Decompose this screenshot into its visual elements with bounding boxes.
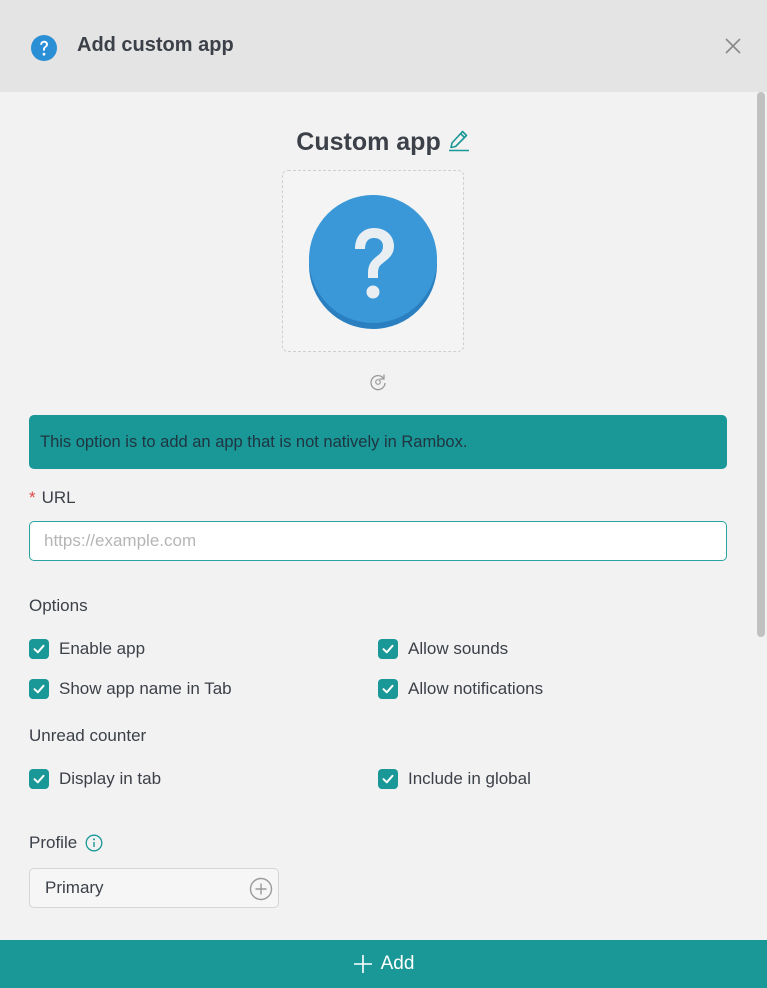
checkbox-checked-icon [29, 639, 49, 659]
info-banner: This option is to add an app that is not… [29, 415, 727, 469]
add-button-label: Add [380, 953, 415, 974]
profile-label-row: Profile [29, 833, 103, 853]
checkbox-checked-icon [378, 769, 398, 789]
url-label: * URL [29, 488, 76, 508]
profile-selected-value: Primary [45, 878, 104, 897]
url-label-text: URL [41, 488, 76, 507]
checkbox-label: Allow notifications [408, 679, 544, 698]
include-in-global-checkbox[interactable]: Include in global [378, 769, 531, 789]
options-heading: Options [29, 596, 88, 615]
scrollbar-thumb[interactable] [757, 92, 765, 637]
question-circle-icon [31, 35, 57, 61]
checkbox-checked-icon [29, 769, 49, 789]
close-button[interactable] [720, 33, 746, 59]
dialog-title: Add custom app [77, 34, 234, 56]
checkbox-checked-icon [29, 679, 49, 699]
checkbox-label: Include in global [408, 769, 531, 788]
dialog-body[interactable]: Custom app This option is to add an app … [0, 92, 767, 940]
unread-counter-heading: Unread counter [29, 726, 147, 745]
enable-app-checkbox[interactable]: Enable app [29, 639, 145, 659]
close-icon [725, 38, 741, 54]
checkbox-label: Show app name in Tab [59, 679, 232, 698]
reset-icon[interactable] [367, 371, 389, 393]
checkbox-checked-icon [378, 639, 398, 659]
profile-select[interactable]: Primary [29, 868, 279, 908]
allow-sounds-checkbox[interactable]: Allow sounds [378, 639, 508, 659]
checkbox-label: Display in tab [59, 769, 162, 788]
dialog-header: Add custom app [0, 0, 767, 92]
plus-icon [353, 955, 372, 973]
plus-circle-icon[interactable] [249, 877, 273, 901]
add-button[interactable]: Add [0, 940, 767, 988]
url-input[interactable] [29, 521, 727, 561]
pencil-icon[interactable] [447, 128, 471, 152]
profile-label: Profile [29, 833, 78, 852]
checkbox-checked-icon [378, 679, 398, 699]
app-logo-upload[interactable] [282, 170, 464, 352]
checkbox-label: Enable app [59, 639, 146, 658]
info-banner-text: This option is to add an app that is not… [40, 432, 468, 451]
display-in-tab-checkbox[interactable]: Display in tab [29, 769, 161, 789]
allow-notifications-checkbox[interactable]: Allow notifications [378, 679, 543, 699]
app-name: Custom app [296, 127, 441, 156]
info-icon[interactable] [85, 834, 103, 852]
required-mark: * [29, 488, 36, 507]
show-app-name-checkbox[interactable]: Show app name in Tab [29, 679, 232, 699]
app-name-row: Custom app [0, 126, 767, 158]
checkbox-label: Allow sounds [408, 639, 509, 658]
question-mark-icon [309, 195, 437, 329]
